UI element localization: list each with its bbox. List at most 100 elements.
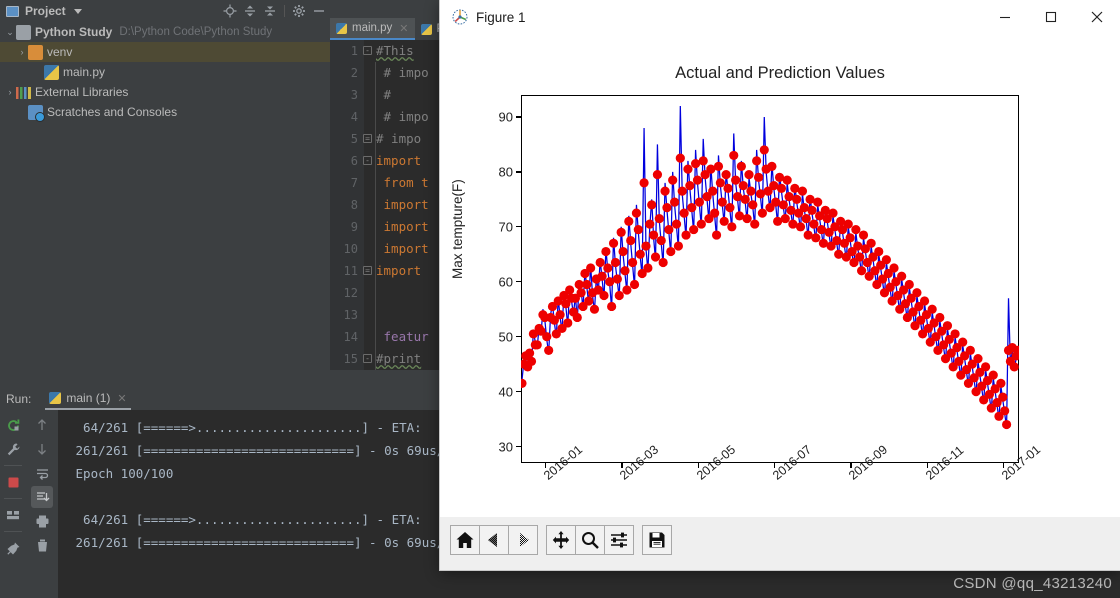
project-panel-title: Project bbox=[25, 4, 66, 18]
prediction-point bbox=[616, 227, 626, 237]
code-text: # bbox=[376, 87, 392, 102]
matplotlib-figure-window[interactable]: Figure 1 Actual and Prediction Values Ma… bbox=[440, 0, 1120, 570]
figure-canvas[interactable]: Actual and Prediction Values Max temptur… bbox=[440, 34, 1120, 517]
matplotlib-icon bbox=[452, 9, 468, 25]
tree-item-main-py[interactable]: main.py bbox=[0, 62, 330, 82]
print-icon[interactable] bbox=[31, 510, 53, 532]
prediction-point bbox=[658, 257, 668, 268]
rerun-icon[interactable] bbox=[2, 414, 24, 436]
prediction-point bbox=[973, 354, 983, 364]
prediction-point bbox=[792, 194, 802, 204]
collapse-all-icon[interactable] bbox=[261, 2, 279, 20]
prediction-point bbox=[767, 161, 777, 171]
line-number: 6 bbox=[350, 154, 358, 168]
up-arrow-icon[interactable] bbox=[31, 414, 53, 436]
minimize-button[interactable] bbox=[982, 0, 1028, 34]
tree-item-python-study[interactable]: ⌄ Python Study D:\Python Code\Python Stu… bbox=[0, 22, 330, 42]
close-icon[interactable]: ✕ bbox=[399, 22, 408, 35]
tree-item-external-libraries[interactable]: › External Libraries bbox=[0, 82, 330, 102]
prediction-point bbox=[608, 238, 619, 248]
prediction-point bbox=[677, 186, 687, 196]
chevron-down-icon[interactable]: ⌄ bbox=[4, 27, 16, 38]
fold-toggle-icon[interactable]: - bbox=[363, 156, 372, 165]
prediction-point bbox=[671, 219, 682, 229]
prediction-point bbox=[652, 170, 663, 180]
prediction-point bbox=[631, 208, 642, 218]
fold-toggle-icon[interactable]: - bbox=[363, 46, 372, 55]
save-button[interactable] bbox=[642, 525, 672, 555]
prediction-point bbox=[668, 175, 678, 185]
code-text: import bbox=[376, 153, 422, 168]
fold-toggle-icon[interactable]: = bbox=[363, 134, 372, 143]
settings-gear-icon[interactable] bbox=[290, 2, 308, 20]
prediction-point bbox=[855, 252, 865, 262]
chevron-down-icon[interactable] bbox=[73, 8, 82, 14]
prediction-point bbox=[981, 362, 991, 372]
prediction-point bbox=[919, 296, 930, 306]
divider bbox=[284, 5, 285, 17]
figure-window-title: Figure 1 bbox=[476, 9, 526, 25]
prediction-point bbox=[660, 186, 670, 196]
prediction-point bbox=[664, 224, 674, 235]
prediction-point bbox=[542, 332, 552, 342]
tree-item-label: External Libraries bbox=[35, 85, 129, 99]
tab-main-py[interactable]: main.py ✕ bbox=[330, 18, 415, 40]
prediction-point bbox=[711, 230, 722, 240]
prediction-point bbox=[897, 271, 907, 281]
tree-item-venv[interactable]: › venv bbox=[0, 42, 330, 62]
prediction-point bbox=[843, 219, 853, 229]
settings-wrench-icon[interactable] bbox=[2, 438, 24, 460]
prediction-point bbox=[996, 378, 1006, 388]
stop-icon[interactable] bbox=[2, 471, 24, 493]
close-button[interactable] bbox=[1074, 0, 1120, 34]
back-button[interactable] bbox=[479, 525, 509, 555]
prediction-point bbox=[694, 197, 704, 207]
home-button[interactable] bbox=[450, 525, 480, 555]
code-text: # impo bbox=[376, 109, 429, 124]
down-arrow-icon[interactable] bbox=[31, 438, 53, 460]
run-tab-main[interactable]: main (1) ✕ bbox=[45, 388, 131, 410]
chevron-right-icon[interactable]: › bbox=[4, 87, 16, 97]
prediction-point bbox=[628, 257, 638, 268]
prediction-point bbox=[649, 230, 659, 240]
project-tree[interactable]: ⌄ Python Study D:\Python Code\Python Stu… bbox=[0, 22, 330, 370]
actual-series-line bbox=[521, 105, 1019, 428]
layout-icon[interactable] bbox=[2, 504, 24, 526]
fold-toggle-icon[interactable]: = bbox=[363, 266, 372, 275]
locate-icon[interactable] bbox=[221, 2, 239, 20]
maximize-button[interactable] bbox=[1028, 0, 1074, 34]
configure-subplots-button[interactable] bbox=[604, 525, 634, 555]
tree-item-scratches[interactable]: Scratches and Consoles bbox=[0, 102, 330, 122]
prediction-point bbox=[856, 266, 867, 276]
forward-button[interactable] bbox=[508, 525, 538, 555]
prediction-point bbox=[797, 186, 808, 196]
prediction-point bbox=[727, 222, 737, 232]
prediction-point bbox=[597, 271, 607, 281]
prediction-point bbox=[759, 145, 769, 155]
hide-panel-icon[interactable] bbox=[310, 2, 328, 20]
chevron-right-icon[interactable]: › bbox=[16, 47, 28, 57]
code-text: import bbox=[376, 241, 429, 256]
soft-wrap-icon[interactable] bbox=[31, 462, 53, 484]
tree-item-label: venv bbox=[47, 45, 73, 59]
line-number: 3 bbox=[350, 88, 358, 102]
prediction-point bbox=[626, 235, 636, 246]
close-icon[interactable]: ✕ bbox=[117, 392, 126, 405]
pan-button[interactable] bbox=[546, 525, 576, 555]
fold-toggle-icon[interactable]: - bbox=[363, 354, 372, 363]
trash-icon[interactable] bbox=[31, 534, 53, 556]
expand-all-icon[interactable] bbox=[241, 2, 259, 20]
prediction-point bbox=[717, 197, 727, 207]
pin-icon[interactable] bbox=[2, 537, 24, 559]
zoom-button[interactable] bbox=[575, 525, 605, 555]
line-number: 2 bbox=[350, 66, 358, 80]
prediction-point bbox=[807, 205, 817, 215]
python-file-icon bbox=[336, 22, 347, 34]
run-panel-label: Run: bbox=[6, 392, 32, 406]
scroll-to-end-icon[interactable] bbox=[31, 486, 53, 508]
prediction-point bbox=[618, 246, 628, 257]
matplotlib-navigation-toolbar[interactable] bbox=[440, 517, 1120, 570]
figure-title-bar[interactable]: Figure 1 bbox=[440, 0, 1120, 34]
prediction-point bbox=[662, 203, 672, 213]
prediction-point bbox=[1009, 362, 1019, 372]
